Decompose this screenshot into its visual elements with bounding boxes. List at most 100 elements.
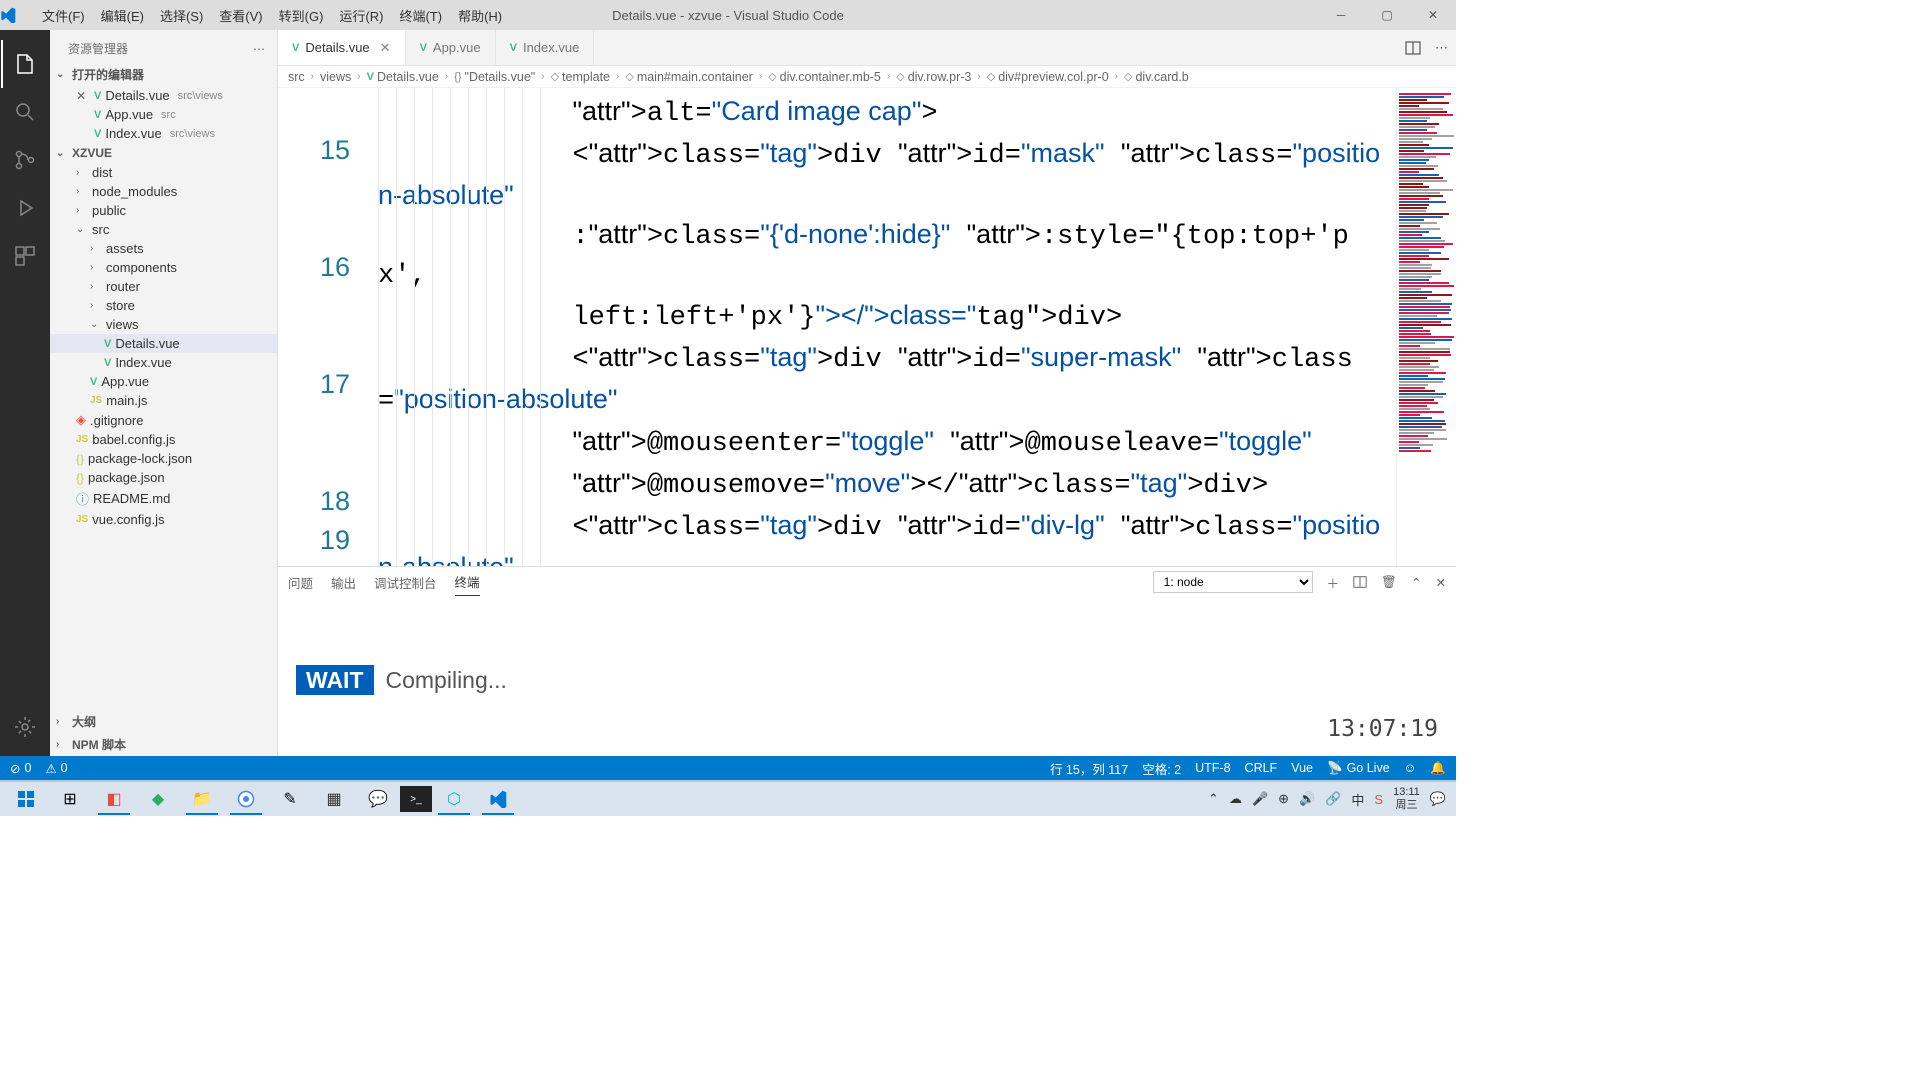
- debug-icon[interactable]: [1, 184, 49, 232]
- taskbar-app[interactable]: ▦: [312, 783, 356, 815]
- tab-index[interactable]: V Index.vue: [496, 30, 595, 65]
- crumb[interactable]: ◇main#main.container: [625, 70, 753, 84]
- menu-select[interactable]: 选择(S): [152, 2, 211, 29]
- tray-icon[interactable]: 🔗: [1325, 791, 1341, 807]
- tree-item-README-md[interactable]: ⓘREADME.md: [50, 487, 277, 510]
- split-terminal-icon[interactable]: [1353, 575, 1367, 589]
- tree-item-babel-config-js[interactable]: JSbabel.config.js: [50, 430, 277, 449]
- tab-details[interactable]: V Details.vue ✕: [278, 30, 406, 65]
- minimize-button[interactable]: ─: [1318, 0, 1364, 30]
- open-editor-item[interactable]: V Index.vue src\views: [50, 124, 277, 143]
- editor-body[interactable]: 15 16 17 18 19 "attr">alt="Card image ca…: [278, 88, 1456, 566]
- tree-item-router[interactable]: ›router: [50, 277, 277, 296]
- taskbar-explorer[interactable]: 📁: [180, 783, 224, 815]
- taskbar-app[interactable]: ⬡: [432, 783, 476, 815]
- status-language[interactable]: Vue: [1291, 761, 1313, 775]
- settings-icon[interactable]: [1, 708, 49, 756]
- source-control-icon[interactable]: [1, 136, 49, 184]
- close-button[interactable]: ✕: [1410, 0, 1456, 30]
- crumb[interactable]: src: [288, 70, 305, 84]
- tree-item--gitignore[interactable]: ◈.gitignore: [50, 410, 277, 430]
- minimap[interactable]: [1396, 88, 1456, 566]
- crumb[interactable]: {}"Details.vue": [454, 70, 535, 84]
- more-icon[interactable]: ⋯: [1435, 40, 1448, 56]
- taskbar-chrome[interactable]: [224, 783, 268, 815]
- status-cursor[interactable]: 行 15，列 117: [1050, 759, 1128, 778]
- panel-tab-problems[interactable]: 问题: [288, 569, 313, 596]
- tree-item-vue-config-js[interactable]: JSvue.config.js: [50, 510, 277, 529]
- tree-item-Details-vue[interactable]: VDetails.vue: [50, 334, 277, 353]
- status-feedback-icon[interactable]: ☺: [1404, 761, 1417, 775]
- tab-app[interactable]: V App.vue: [406, 30, 496, 65]
- breadcrumb[interactable]: src› views› VDetails.vue› {}"Details.vue…: [278, 66, 1456, 88]
- panel-tab-output[interactable]: 输出: [331, 569, 356, 596]
- taskbar-app[interactable]: ◆: [136, 783, 180, 815]
- kill-terminal-icon[interactable]: 🗑: [1381, 575, 1397, 590]
- taskview-icon[interactable]: ⊞: [48, 783, 92, 815]
- status-errors[interactable]: ⊘ 0: [10, 761, 31, 776]
- menu-terminal[interactable]: 终端(T): [391, 2, 450, 29]
- extensions-icon[interactable]: [1, 232, 49, 280]
- tray-icon[interactable]: S: [1374, 792, 1383, 807]
- taskbar-wechat[interactable]: 💬: [356, 783, 400, 815]
- sidebar-more-icon[interactable]: ⋯: [253, 42, 265, 56]
- split-editor-icon[interactable]: [1405, 40, 1421, 56]
- status-encoding[interactable]: UTF-8: [1195, 761, 1230, 775]
- close-icon[interactable]: ✕: [76, 89, 90, 103]
- outline-section[interactable]: › 大纲: [50, 710, 277, 733]
- close-panel-icon[interactable]: ✕: [1436, 575, 1446, 590]
- tray-icon[interactable]: 中: [1351, 790, 1364, 809]
- search-icon[interactable]: [1, 88, 49, 136]
- tray-chevron-icon[interactable]: ⌃: [1208, 791, 1219, 807]
- explorer-icon[interactable]: [1, 40, 49, 88]
- open-editors-section[interactable]: ⌄ 打开的编辑器: [50, 63, 277, 86]
- panel-tab-debug[interactable]: 调试控制台: [374, 569, 437, 596]
- taskbar-vscode[interactable]: [476, 783, 520, 815]
- tree-item-components[interactable]: ›components: [50, 258, 277, 277]
- tree-item-node_modules[interactable]: ›node_modules: [50, 182, 277, 201]
- tree-item-main-js[interactable]: JSmain.js: [50, 391, 277, 410]
- taskbar-clock[interactable]: 13:11 周三: [1393, 786, 1420, 812]
- tray-volume-icon[interactable]: 🔊: [1299, 791, 1315, 807]
- crumb[interactable]: ◇template: [551, 70, 610, 84]
- tree-item-store[interactable]: ›store: [50, 296, 277, 315]
- tray-icon[interactable]: ⊕: [1278, 791, 1289, 807]
- status-warnings[interactable]: ⚠ 0: [45, 761, 67, 776]
- start-button[interactable]: [4, 783, 48, 815]
- tray-mic-icon[interactable]: 🎤: [1252, 791, 1268, 807]
- terminal-body[interactable]: WAITCompiling... 13:07:19: [278, 597, 1456, 756]
- terminal-select[interactable]: 1: node: [1153, 571, 1313, 593]
- status-spaces[interactable]: 空格: 2: [1142, 759, 1181, 778]
- crumb[interactable]: ◇div.row.pr-3: [896, 70, 971, 84]
- open-editor-item[interactable]: V App.vue src: [50, 105, 277, 124]
- menu-edit[interactable]: 编辑(E): [93, 2, 152, 29]
- crumb[interactable]: views: [320, 70, 351, 84]
- taskbar-terminal[interactable]: >_: [400, 786, 432, 812]
- project-section[interactable]: ⌄ XZVUE: [50, 143, 277, 163]
- crumb[interactable]: ◇div.container.mb-5: [768, 70, 881, 84]
- menu-file[interactable]: 文件(F): [34, 2, 93, 29]
- tree-item-Index-vue[interactable]: VIndex.vue: [50, 353, 277, 372]
- taskbar-app[interactable]: ◧: [92, 783, 136, 815]
- taskbar-app[interactable]: ✎: [268, 783, 312, 815]
- status-eol[interactable]: CRLF: [1245, 761, 1278, 775]
- code-content[interactable]: "attr">alt="Card image cap"> <"attr">cla…: [378, 88, 1456, 566]
- close-icon[interactable]: ✕: [380, 40, 391, 56]
- tree-item-package-lock-json[interactable]: {}package-lock.json: [50, 449, 277, 468]
- tree-item-dist[interactable]: ›dist: [50, 163, 277, 182]
- menu-view[interactable]: 查看(V): [211, 2, 270, 29]
- status-bell-icon[interactable]: 🔔: [1430, 761, 1446, 776]
- crumb[interactable]: ◇div#preview.col.pr-0: [987, 70, 1109, 84]
- maximize-button[interactable]: ▢: [1364, 0, 1410, 30]
- menu-help[interactable]: 帮助(H): [450, 2, 510, 29]
- tree-item-views[interactable]: ⌄views: [50, 315, 277, 334]
- open-editor-item[interactable]: ✕ V Details.vue src\views: [50, 86, 277, 105]
- tree-item-src[interactable]: ⌄src: [50, 220, 277, 239]
- tree-item-App-vue[interactable]: VApp.vue: [50, 372, 277, 391]
- new-terminal-icon[interactable]: ＋: [1327, 573, 1340, 592]
- menu-goto[interactable]: 转到(G): [271, 2, 332, 29]
- tree-item-assets[interactable]: ›assets: [50, 239, 277, 258]
- status-golive[interactable]: 📡 Go Live: [1327, 761, 1390, 776]
- panel-tab-terminal[interactable]: 终端: [455, 568, 480, 596]
- maximize-panel-icon[interactable]: ⌃: [1411, 575, 1421, 590]
